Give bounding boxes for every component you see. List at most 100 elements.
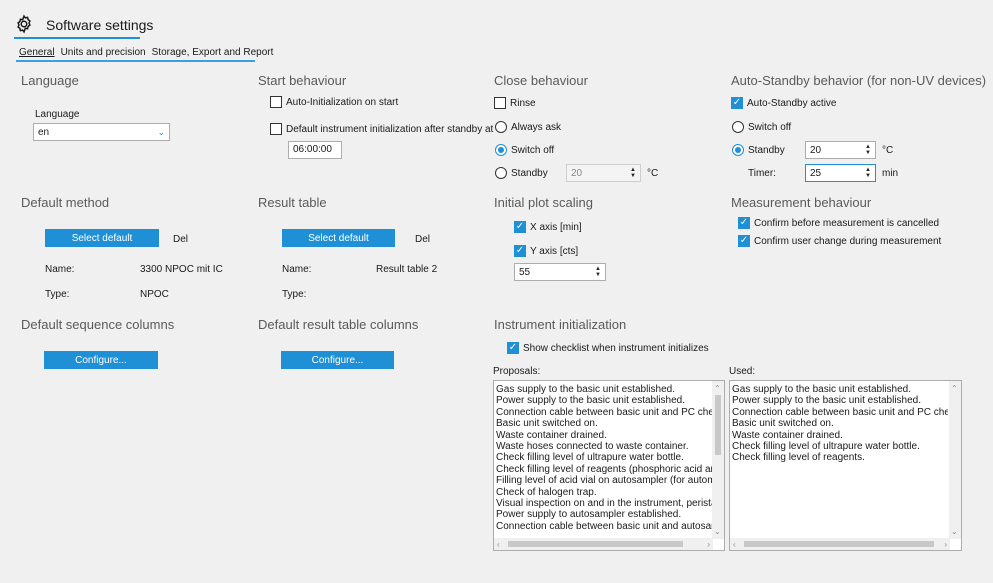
show-checklist-checkbox[interactable]: ✓ [507, 342, 519, 354]
auto-standby-temp-spinner[interactable]: 20 ▲ ▼ [805, 141, 876, 159]
list-item[interactable]: Check filling level of reagents (phospho… [496, 464, 712, 475]
method-del-button[interactable]: Del [173, 234, 188, 245]
proposals-horizontal-thumb[interactable] [508, 541, 683, 547]
list-item[interactable]: Check filling level of ultrapure water b… [732, 441, 948, 452]
list-item[interactable]: Visual inspection on and in the instrume… [496, 498, 712, 509]
method-name-label: Name: [45, 264, 75, 275]
list-item[interactable]: Waste container drained. [732, 430, 948, 441]
chevron-down-icon: ⌄ [157, 126, 165, 137]
scroll-left-icon[interactable]: ‹ [497, 539, 500, 550]
proposals-vertical-thumb[interactable] [715, 395, 721, 455]
switch-off-radio[interactable] [495, 144, 507, 156]
list-item[interactable]: Connection cable between basic unit and … [496, 521, 712, 532]
list-item[interactable]: Gas supply to the basic unit established… [496, 384, 712, 395]
tab-storage-export-report[interactable]: Storage, Export and Report [149, 47, 277, 61]
list-item[interactable]: Connection cable between basic unit and … [732, 407, 948, 418]
auto-standby-row: Standby [732, 144, 785, 156]
list-item[interactable]: Power supply to autosampler established. [496, 509, 712, 520]
close-standby-row: Standby [495, 167, 548, 179]
result-name-label: Name: [282, 264, 312, 275]
list-item[interactable]: Gas supply to the basic unit established… [732, 384, 948, 395]
spinner-arrows-icon[interactable]: ▲ ▼ [595, 266, 601, 278]
timer-label: Timer: [748, 168, 776, 179]
scroll-up-icon[interactable]: ⌃ [714, 383, 721, 394]
result-columns-configure-button[interactable]: Configure... [281, 351, 394, 369]
check-icon: ✓ [739, 217, 749, 228]
timer-unit: min [882, 168, 899, 179]
confirm-cancel-label: Confirm before measurement is cancelled [754, 217, 940, 229]
confirm-user-row: ✓ Confirm user change during measurement [738, 235, 941, 247]
scroll-down-icon[interactable]: ⌄ [714, 526, 721, 537]
list-item[interactable]: Power supply to the basic unit establish… [496, 395, 712, 406]
proposals-vertical-scrollbar[interactable]: ⌃ ⌄ [712, 381, 724, 539]
default-init-checkbox[interactable] [270, 123, 282, 135]
auto-standby-temp-value: 20 [810, 144, 822, 156]
rinse-checkbox[interactable] [494, 97, 506, 109]
sequence-configure-button[interactable]: Configure... [44, 351, 158, 369]
always-ask-radio[interactable] [495, 121, 507, 133]
result-type-label: Type: [282, 289, 307, 300]
close-standby-temp-spinner[interactable]: 20 ▲ ▼ [566, 164, 641, 182]
list-item[interactable]: Power supply to the basic unit establish… [732, 395, 948, 406]
list-item[interactable]: Basic unit switched on. [732, 418, 948, 429]
auto-standby-label: Standby [748, 144, 785, 156]
language-value: en [38, 126, 50, 138]
spinner-arrows-icon[interactable]: ▲ ▼ [630, 167, 636, 179]
standby-time-input[interactable]: 06:00:00 [288, 141, 342, 159]
confirm-cancel-row: ✓ Confirm before measurement is cancelle… [738, 217, 939, 229]
auto-switch-off-row: Switch off [732, 121, 791, 133]
spinner-arrows-icon[interactable]: ▲ ▼ [865, 167, 871, 179]
result-select-default-button[interactable]: Select default [282, 229, 395, 247]
x-axis-label: X axis [min] [530, 221, 582, 233]
list-item[interactable]: Check filling level of ultrapure water b… [496, 452, 712, 463]
x-axis-row: ✓ X axis [min] [514, 221, 582, 233]
x-axis-checkbox[interactable]: ✓ [514, 221, 526, 233]
list-item[interactable]: Waste container drained. [496, 430, 712, 441]
switch-off-label: Switch off [511, 144, 555, 156]
used-horizontal-scrollbar[interactable]: ‹ › [730, 538, 950, 550]
list-item[interactable]: Waste hoses connected to waste container… [496, 441, 712, 452]
used-horizontal-thumb[interactable] [744, 541, 934, 547]
list-item[interactable]: Check of halogen trap. [496, 487, 712, 498]
tab-general[interactable]: General [16, 47, 58, 61]
auto-switch-off-radio[interactable] [732, 121, 744, 133]
rinse-row: Rinse [494, 97, 536, 109]
always-ask-row: Always ask [495, 121, 561, 133]
proposals-list[interactable]: Gas supply to the basic unit established… [493, 380, 725, 551]
result-name-value: Result table 2 [376, 264, 438, 275]
used-vertical-scrollbar[interactable]: ⌃ ⌄ [949, 381, 961, 539]
close-standby-unit: °C [647, 168, 659, 179]
timer-spinner[interactable]: 25 ▲ ▼ [805, 164, 876, 182]
auto-standby-active-label: Auto-Standby active [747, 97, 837, 109]
tab-bar: General Units and precision Storage, Exp… [16, 47, 276, 61]
show-checklist-label: Show checklist when instrument initializ… [523, 342, 709, 354]
result-del-button[interactable]: Del [415, 234, 430, 245]
y-axis-value: 55 [519, 266, 531, 278]
scroll-down-icon[interactable]: ⌄ [951, 526, 958, 537]
scroll-up-icon[interactable]: ⌃ [951, 383, 958, 394]
scroll-right-icon[interactable]: › [707, 539, 710, 550]
method-type-label: Type: [45, 289, 70, 300]
close-standby-radio[interactable] [495, 167, 507, 179]
spinner-arrows-icon[interactable]: ▲ ▼ [865, 144, 871, 156]
method-select-default-button[interactable]: Select default [45, 229, 159, 247]
confirm-cancel-checkbox[interactable]: ✓ [738, 217, 750, 229]
tab-units-and-precision[interactable]: Units and precision [58, 47, 149, 61]
used-list[interactable]: Gas supply to the basic unit established… [729, 380, 962, 551]
y-axis-checkbox[interactable]: ✓ [514, 245, 526, 257]
list-item[interactable]: Check filling level of reagents. [732, 452, 948, 463]
auto-init-checkbox[interactable] [270, 96, 282, 108]
show-checklist-row: ✓ Show checklist when instrument initial… [507, 342, 709, 354]
scroll-right-icon[interactable]: › [944, 539, 947, 550]
auto-standby-active-checkbox[interactable]: ✓ [731, 97, 743, 109]
list-item[interactable]: Basic unit switched on. [496, 418, 712, 429]
y-axis-spinner[interactable]: 55 ▲ ▼ [514, 263, 606, 281]
language-select[interactable]: en ⌄ [33, 123, 170, 141]
confirm-user-checkbox[interactable]: ✓ [738, 235, 750, 247]
list-item[interactable]: Filling level of acid vial on autosample… [496, 475, 712, 486]
auto-standby-radio[interactable] [732, 144, 744, 156]
list-item[interactable]: Connection cable between basic unit and … [496, 407, 712, 418]
method-type-value: NPOC [140, 289, 169, 300]
scroll-left-icon[interactable]: ‹ [733, 539, 736, 550]
proposals-horizontal-scrollbar[interactable]: ‹ › [494, 538, 713, 550]
